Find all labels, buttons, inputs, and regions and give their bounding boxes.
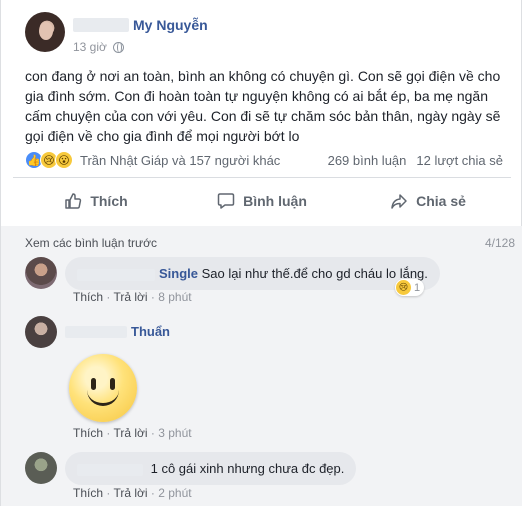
smiley-sticker xyxy=(69,354,137,422)
commenter-name[interactable]: Thuẩn xyxy=(131,324,170,339)
comment-bubble: Single Sao lại như thế.để cho gd cháu lo… xyxy=(65,257,440,290)
commenter-avatar[interactable] xyxy=(25,452,57,484)
blurred-name-part xyxy=(73,18,129,32)
post-header: My Nguyễn 13 giờ xyxy=(25,12,208,56)
comment-actions: Thích · Trả lời · 3 phút xyxy=(73,426,192,440)
comments-count[interactable]: 269 bình luận xyxy=(328,153,407,168)
comment-reaction-count: 1 xyxy=(414,281,421,294)
share-icon xyxy=(391,194,407,209)
share-button[interactable]: Chia sẻ xyxy=(345,181,511,221)
commenter-avatar[interactable] xyxy=(25,257,57,289)
comment-reply-link[interactable]: Trả lời xyxy=(113,426,147,440)
author-info: My Nguyễn 13 giờ xyxy=(73,16,208,54)
blurred-name-part xyxy=(77,463,143,476)
thumb-up-icon xyxy=(65,193,82,209)
comment-item: 1 cô gái xinh nhưng chưa đc đẹp. xyxy=(25,452,357,485)
wow-reaction-icon: 😮 xyxy=(55,151,73,169)
stats-right: 269 bình luận 12 lượt chia sẻ xyxy=(328,153,503,168)
comment-like-link[interactable]: Thích xyxy=(73,426,103,440)
facebook-post: My Nguyễn 13 giờ con đang ở nơi an toàn,… xyxy=(0,0,522,506)
comment-time[interactable]: 3 phút xyxy=(158,426,191,440)
like-label: Thích xyxy=(90,193,128,209)
blurred-name-part xyxy=(77,268,155,281)
divider xyxy=(13,177,511,178)
comment-icon xyxy=(217,193,235,209)
globe-icon[interactable] xyxy=(112,41,124,53)
reaction-summary[interactable]: Trần Nhật Giáp và 157 người khác xyxy=(80,153,280,168)
author-name-row: My Nguyễn xyxy=(73,16,208,34)
comment-item: Single Sao lại như thế.để cho gd cháu lo… xyxy=(25,257,440,290)
comment-text: 1 cô gái xinh nhưng chưa đc đẹp. xyxy=(150,461,345,476)
comments-section: Xem các bình luận trước 4/128 Single Sao… xyxy=(1,226,522,506)
comment-like-link[interactable]: Thích xyxy=(73,486,103,500)
comment-item: Thuẩn xyxy=(25,316,170,348)
sticker-right-eye xyxy=(110,378,115,390)
comment-like-link[interactable]: Thích xyxy=(73,290,103,304)
post-stats: 👍 😢 😮 Trần Nhật Giáp và 157 người khác 2… xyxy=(25,150,503,170)
action-bar: Thích Bình luận Chia sẻ xyxy=(13,181,511,221)
share-label: Chia sẻ xyxy=(416,193,466,209)
comment-text: Sao lại như thế.để cho gd cháu lo lắng. xyxy=(201,266,428,281)
post-time[interactable]: 13 giờ xyxy=(73,40,107,54)
comment-bubble: 1 cô gái xinh nhưng chưa đc đẹp. xyxy=(65,452,357,485)
shares-count[interactable]: 12 lượt chia sẻ xyxy=(416,153,503,168)
comment-label: Bình luận xyxy=(243,193,307,209)
blurred-name-part xyxy=(65,325,127,338)
author-avatar[interactable] xyxy=(25,12,65,52)
sticker-mouth xyxy=(87,390,119,406)
commenter-avatar[interactable] xyxy=(25,316,57,348)
comment-button[interactable]: Bình luận xyxy=(179,181,345,221)
comment-reply-link[interactable]: Trả lời xyxy=(113,290,147,304)
comment-name-row: Thuẩn xyxy=(65,324,170,339)
sticker-left-eye xyxy=(91,378,96,390)
post-text: con đang ở nơi an toàn, bình an không có… xyxy=(25,68,501,144)
reaction-icons[interactable]: 👍 😢 😮 xyxy=(25,151,73,169)
sad-reaction-icon: 😢 xyxy=(396,280,411,295)
comments-header: Xem các bình luận trước 4/128 xyxy=(25,236,515,250)
comment-reaction[interactable]: 😢 1 xyxy=(395,279,425,296)
post-meta: 13 giờ xyxy=(73,40,208,54)
comment-time[interactable]: 2 phút xyxy=(158,486,191,500)
author-name[interactable]: My Nguyễn xyxy=(133,17,208,33)
commenter-name[interactable]: Single xyxy=(159,266,198,281)
like-button[interactable]: Thích xyxy=(13,181,179,221)
view-previous-comments-link[interactable]: Xem các bình luận trước xyxy=(25,236,157,250)
comments-counter: 4/128 xyxy=(484,236,515,250)
comment-time[interactable]: 8 phút xyxy=(158,290,191,304)
comment-reply-link[interactable]: Trả lời xyxy=(113,486,147,500)
comment-actions: Thích · Trả lời · 8 phút xyxy=(73,290,192,304)
comment-actions: Thích · Trả lời · 2 phút xyxy=(73,486,192,500)
